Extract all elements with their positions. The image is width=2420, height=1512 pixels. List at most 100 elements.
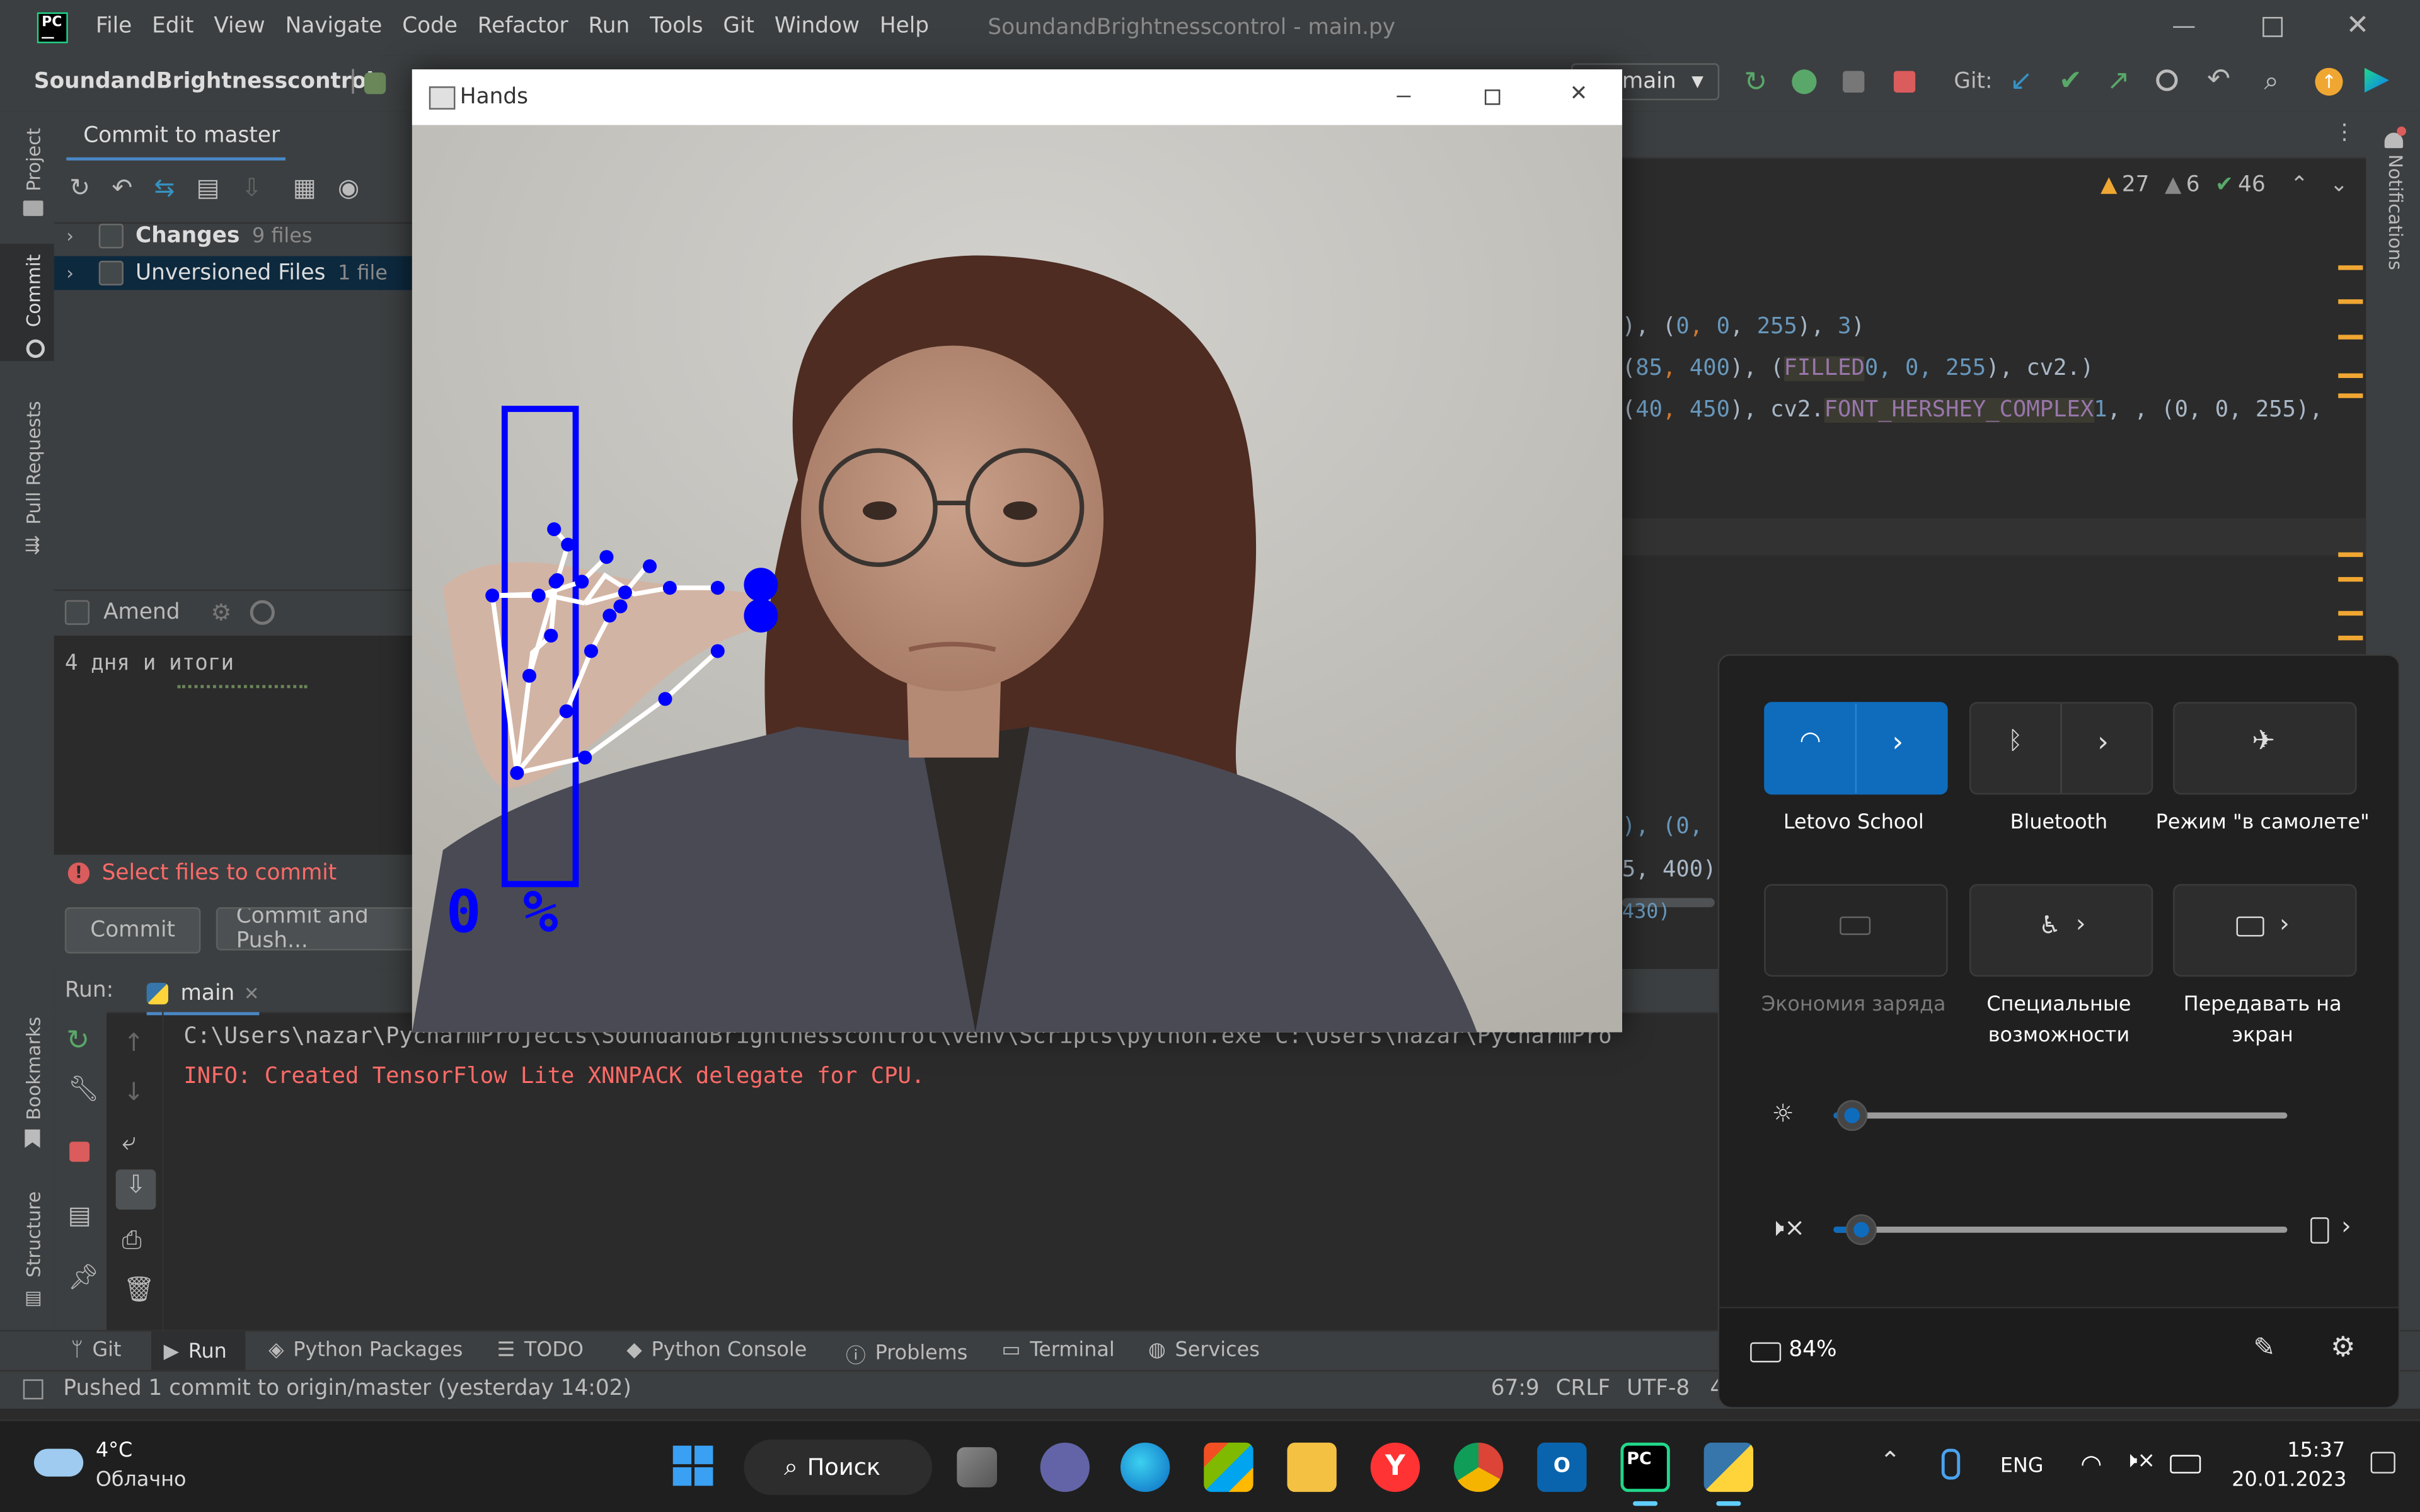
clock-date[interactable]: 20.01.2023 [2232,1469,2346,1492]
microphone-icon[interactable] [1941,1448,1961,1480]
soft-wrap-icon[interactable]: ⤶ [122,1126,135,1157]
arrow-up-icon[interactable]: ↑ [124,1028,144,1057]
menu-view[interactable]: View [214,14,265,38]
pin-icon[interactable]: 📌︎ [68,1262,100,1292]
yandex-browser-icon[interactable]: Y [1370,1442,1420,1492]
network-icon[interactable]: ◠ [2080,1449,2102,1479]
airplane-mode-tile[interactable]: ✈ [2173,702,2357,795]
close-tab-icon[interactable]: ✕ [244,983,260,1004]
commit-panel-title[interactable]: Commit to master [83,123,280,148]
weather-cloud-icon[interactable] [33,1448,84,1477]
volume-thumb[interactable] [1845,1214,1877,1246]
tab-python-packages[interactable]: ◈ Python Packages [268,1339,469,1363]
tab-python-console[interactable]: ◆ Python Console [626,1339,813,1363]
start-button[interactable] [672,1445,713,1486]
line-separator[interactable]: CRLF [1556,1377,1611,1401]
tool-window-structure[interactable]: Structure [23,1191,45,1278]
chevron-right-icon[interactable]: › [2097,726,2109,759]
tab-services[interactable]: ◍ Services [1148,1339,1266,1363]
search-icon[interactable]: ⌕ [2264,66,2279,97]
status-message[interactable]: Pushed 1 commit to origin/master (yester… [63,1377,631,1401]
update-icon[interactable]: ↑ [2315,67,2343,96]
minimize-button[interactable] [2173,26,2195,28]
menu-help[interactable]: Help [880,14,929,38]
stripe-mark[interactable] [2338,393,2363,399]
chevron-up-icon[interactable]: ⌃ [2290,173,2308,197]
stop-icon[interactable] [1893,71,1916,93]
battery-tray-icon[interactable] [2170,1455,2201,1474]
tool-window-pull-requests[interactable]: Pull Requests [23,401,45,524]
tab-run[interactable]: ▶ Run [151,1331,246,1372]
tab-todo[interactable]: ☰ TODO [497,1339,590,1363]
stripe-mark[interactable] [2338,334,2363,340]
changelist-icon[interactable]: ▤ [197,173,220,202]
wrench-icon[interactable]: 🔧︎ [68,1074,100,1104]
history-icon[interactable] [250,600,275,625]
volume-muted-icon[interactable]: 🕨︎× [1769,1213,1806,1244]
scroll-to-end-icon[interactable]: ⇩ [115,1169,156,1210]
stripe-mark[interactable] [2338,551,2363,557]
microsoft-store-icon[interactable] [1204,1442,1253,1492]
chevron-right-icon[interactable]: › [1892,726,1903,759]
task-view-icon[interactable] [957,1447,998,1487]
print-icon[interactable]: ⎙ [122,1225,141,1256]
menu-navigate[interactable]: Navigate [285,14,383,38]
taskbar-search[interactable]: ⌕ Поиск [744,1439,933,1496]
debug-icon[interactable] [1792,69,1817,94]
trash-icon[interactable]: 🗑︎ [124,1274,155,1304]
file-explorer-icon[interactable] [1287,1442,1337,1492]
file-encoding[interactable]: UTF-8 [1627,1377,1690,1401]
python-taskbar-icon[interactable] [1703,1442,1754,1492]
audio-output-icon[interactable] [2310,1217,2329,1244]
chevron-right-icon[interactable]: › [2279,908,2290,938]
view-options-icon[interactable]: ◉ [338,173,359,202]
brightness-thumb[interactable] [1836,1100,1867,1131]
hands-maximize-button[interactable] [1484,89,1501,105]
tab-terminal[interactable]: ▭ Terminal [1001,1339,1121,1363]
chevron-right-icon[interactable]: › [2341,1211,2351,1240]
settings-icon[interactable]: ⚙ [2331,1331,2356,1363]
changes-checkbox[interactable] [98,224,124,249]
settings-icon[interactable]: ⚙ [211,598,232,626]
changes-group[interactable]: › Changes 9 files [54,219,412,253]
clock-time[interactable]: 15:37 [2287,1440,2345,1463]
tool-windows-toggle-icon[interactable] [23,1379,43,1400]
pycharm-taskbar-icon[interactable]: PC [1620,1442,1670,1492]
battery-percent[interactable]: 84% [1789,1337,1836,1362]
stripe-mark[interactable] [2338,635,2363,641]
rollback-icon[interactable]: ↶ [112,173,132,202]
chrome-icon[interactable] [1453,1442,1504,1492]
group-by-icon[interactable]: ▦ [293,173,316,202]
rerun-icon[interactable]: ↻ [66,1024,89,1057]
git-push-icon[interactable]: ↗ [2107,65,2130,97]
chevron-right-icon[interactable]: › [2076,908,2086,938]
close-button[interactable]: ✕ [2346,9,2369,42]
arrow-down-icon[interactable]: ↓ [124,1077,144,1106]
refresh-icon[interactable]: ↻ [69,173,90,202]
outlook-icon[interactable]: O [1537,1442,1587,1492]
stop-icon[interactable] [69,1142,90,1162]
maximize-button[interactable] [2262,16,2283,37]
stripe-mark[interactable] [2338,265,2363,270]
rerun-icon[interactable]: ↻ [1744,66,1767,98]
bluetooth-tile[interactable]: ᛒ › [1969,702,2153,795]
more-tabs-icon[interactable]: ⋮ [2334,120,2355,145]
commit-button[interactable]: Commit [64,907,201,954]
show-hidden-icons[interactable]: ⌃ [1880,1446,1901,1475]
tab-problems[interactable]: ⓘ Problems [846,1339,974,1369]
run-tab-main[interactable]: main ✕ [146,975,260,1016]
inspections-widget[interactable]: ▲ 27 ▲ 6 ✔ 46 ⌃ ⌄ [2100,173,2348,197]
stripe-mark[interactable] [2338,374,2363,379]
volume-slider[interactable] [1833,1214,2288,1246]
battery-saver-tile[interactable] [1764,884,1948,977]
chevron-down-icon[interactable]: ⌄ [2330,173,2348,197]
unversioned-checkbox[interactable] [98,260,124,286]
menu-window[interactable]: Window [775,14,860,38]
diff-icon[interactable]: ⇆ [154,173,175,202]
menu-refactor[interactable]: Refactor [478,14,568,38]
menu-git[interactable]: Git [723,14,754,38]
history-icon[interactable] [2156,69,2178,91]
git-update-icon[interactable]: ↙ [2010,65,2033,97]
brightness-slider[interactable] [1833,1100,2288,1131]
caret-position[interactable]: 67:9 [1491,1377,1540,1401]
